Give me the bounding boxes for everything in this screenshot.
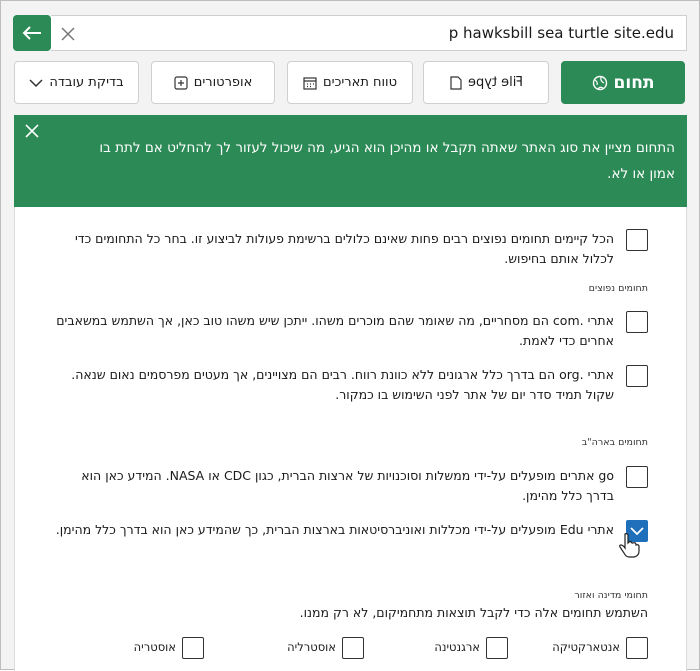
country-option[interactable]: אנטארקטיקה	[528, 637, 648, 659]
checkbox-org[interactable]	[626, 365, 648, 387]
country-option[interactable]: אוסטריה	[84, 637, 204, 659]
domain-button-label: תחום	[613, 72, 655, 93]
country-label: אנטארקטיקה	[552, 640, 620, 654]
hand-cursor-icon	[619, 533, 640, 558]
country-label: אוסטריה	[133, 640, 176, 654]
back-button[interactable]	[13, 15, 51, 51]
us-domains-label: תחומים בארה"ב	[581, 437, 648, 448]
info-banner: התחום מציין את סוג האתר שאתה תקבל או מהי…	[14, 115, 687, 207]
date-range-label: טווח תאריכים	[322, 75, 398, 90]
edu-text: אתרי Edu מופעלים על-ידי מכללות ואוניברסי…	[55, 522, 614, 537]
operators-label: אופרטורים	[193, 75, 253, 90]
chevron-down-icon	[29, 78, 43, 87]
checkbox-country[interactable]	[182, 637, 204, 659]
file-type-label: File type	[467, 75, 523, 90]
country-label: ארגנטינה	[434, 640, 480, 654]
app-frame: p hawksbill sea turtle site.edu תחום Fil…	[0, 0, 700, 671]
file-type-button[interactable]: File type	[423, 61, 549, 104]
operators-button[interactable]: אופרטורים	[151, 61, 275, 104]
checkbox-com[interactable]	[626, 311, 648, 333]
common-domains-label: תחומים נפוצים	[588, 283, 648, 294]
country-option[interactable]: ארגנטינה	[388, 637, 508, 659]
close-icon[interactable]	[23, 122, 41, 140]
banner-text: התחום מציין את סוג האתר שאתה תקבל או מהי…	[99, 140, 675, 182]
checkbox-gov[interactable]	[626, 466, 648, 488]
fact-check-button[interactable]: בדיקת עובדה	[14, 61, 139, 104]
search-input[interactable]: p hawksbill sea turtle site.edu	[51, 15, 687, 51]
checkbox-country[interactable]	[486, 637, 508, 659]
domain-options-panel: הכל קיימים תחומים נפוצים רבים פחות שאינם…	[14, 207, 687, 671]
calendar-icon	[303, 76, 317, 90]
gov-text: go אתרים מופעלים על-ידי ממשלות וסוכנויות…	[81, 468, 614, 503]
country-domains-desc: השתמש תחומים אלה כדי לקבל תוצאות מתחמיקו…	[299, 605, 648, 620]
org-text: אתרי .org הם בדרך כלל ארגונים ללא כוונת …	[71, 367, 614, 402]
file-icon	[449, 75, 462, 90]
com-text: אתרי .com הם מסחריים, מה שאומר שהם מוכרי…	[56, 313, 614, 348]
date-range-button[interactable]: טווח תאריכים	[287, 61, 413, 104]
checkbox-country[interactable]	[342, 637, 364, 659]
country-option[interactable]: אוסטרליה	[244, 637, 364, 659]
checkbox-country[interactable]	[626, 637, 648, 659]
all-domains-text: הכל קיימים תחומים נפוצים רבים פחות שאינם…	[74, 231, 614, 266]
globe-icon	[592, 75, 607, 90]
country-domains-label: תחומי מדינה ואזור	[574, 590, 648, 601]
search-query: p hawksbill sea turtle site.edu	[448, 24, 674, 42]
plus-box-icon	[174, 75, 188, 90]
fact-check-label: בדיקת עובדה	[49, 75, 124, 90]
domain-button[interactable]: תחום	[561, 61, 685, 104]
country-label: אוסטרליה	[287, 640, 336, 654]
checkbox-all-domains[interactable]	[626, 229, 648, 251]
clear-icon[interactable]	[59, 25, 77, 43]
arrow-left-icon	[22, 26, 41, 40]
